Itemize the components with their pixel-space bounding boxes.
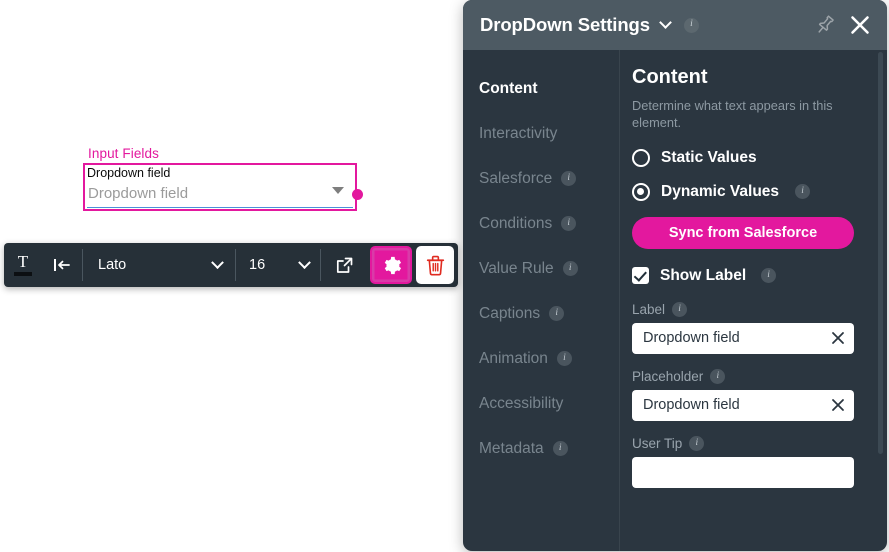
user-tip-field[interactable] xyxy=(632,456,854,488)
close-icon xyxy=(851,16,869,34)
content-heading: Content xyxy=(632,66,708,88)
clear-icon[interactable] xyxy=(831,331,845,345)
panel-title: DropDown Settings xyxy=(480,14,650,35)
label-field-label: Label i xyxy=(632,301,867,317)
radio-dynamic-values[interactable]: Dynamic Values i xyxy=(632,182,867,201)
settings-panel[interactable]: DropDown Settings i Content Interactivit… xyxy=(463,0,887,551)
dropdown-element-placeholder: Dropdown field xyxy=(88,185,189,202)
sidebar-item-label: Animation xyxy=(479,349,548,367)
info-icon[interactable]: i xyxy=(683,17,699,33)
panel-body: Content Interactivity Salesforce i Condi… xyxy=(463,50,887,551)
element-toolbar[interactable]: T Lato 16 xyxy=(4,243,458,287)
field-label-text: User Tip xyxy=(632,435,683,451)
dropdown-element-label: Dropdown field xyxy=(87,166,171,180)
sidebar-item-label: Content xyxy=(479,79,538,97)
radio-label: Dynamic Values xyxy=(661,182,780,200)
element-group-label: Input Fields xyxy=(88,146,159,161)
sidebar-item-metadata[interactable]: Metadata i xyxy=(479,426,619,471)
field-label-text: Placeholder xyxy=(632,368,704,384)
font-size-select[interactable]: 16 xyxy=(236,243,320,287)
sync-from-salesforce-button[interactable]: Sync from Salesforce xyxy=(632,216,854,249)
sidebar-item-conditions[interactable]: Conditions i xyxy=(479,201,619,246)
sidebar-item-label: Captions xyxy=(479,304,541,322)
sidebar-item-animation[interactable]: Animation i xyxy=(479,336,619,381)
radio-label: Static Values xyxy=(661,148,757,166)
align-left-button[interactable] xyxy=(42,243,82,287)
info-icon[interactable]: i xyxy=(710,368,726,384)
align-left-icon xyxy=(54,259,70,271)
dropdown-element-selected[interactable]: Dropdown field Dropdown field xyxy=(83,163,357,211)
sidebar-item-label: Metadata xyxy=(479,439,544,457)
sidebar-item-label: Value Rule xyxy=(479,259,554,277)
label-field[interactable] xyxy=(632,322,854,354)
trash-icon xyxy=(426,255,444,276)
info-icon[interactable]: i xyxy=(561,171,577,186)
sidebar-item-salesforce[interactable]: Salesforce i xyxy=(479,156,619,201)
open-external-button[interactable] xyxy=(321,243,367,287)
chevron-down-icon xyxy=(211,255,224,269)
sidebar-item-content[interactable]: Content xyxy=(479,66,619,111)
placeholder-field-label: Placeholder i xyxy=(632,368,867,384)
radio-icon-selected xyxy=(632,182,650,201)
sidebar-item-accessibility[interactable]: Accessibility xyxy=(479,381,619,426)
sidebar-item-value-rule[interactable]: Value Rule i xyxy=(479,246,619,291)
field-label-text: Label xyxy=(632,301,666,317)
chevron-down-icon[interactable] xyxy=(332,187,344,194)
sidebar-item-captions[interactable]: Captions i xyxy=(479,291,619,336)
font-family-value: Lato xyxy=(98,257,127,273)
scrollbar-track[interactable] xyxy=(878,50,885,551)
sidebar-item-interactivity[interactable]: Interactivity xyxy=(479,111,619,156)
clear-icon[interactable] xyxy=(831,398,845,412)
radio-static-values[interactable]: Static Values xyxy=(632,148,867,167)
info-icon[interactable]: i xyxy=(761,268,777,284)
radio-icon xyxy=(632,148,650,167)
sidebar-item-label: Conditions xyxy=(479,214,553,232)
text-color-button[interactable]: T xyxy=(4,243,42,287)
selection-resize-handle[interactable] xyxy=(352,189,363,200)
field-underline xyxy=(87,206,353,208)
info-icon[interactable]: i xyxy=(672,301,688,317)
gear-icon xyxy=(384,256,401,274)
info-icon[interactable]: i xyxy=(549,306,565,321)
sidebar-item-label: Accessibility xyxy=(479,394,564,412)
info-icon[interactable]: i xyxy=(561,216,577,231)
font-family-select[interactable]: Lato xyxy=(83,243,235,287)
panel-content: Content Determine what text appears in t… xyxy=(620,50,887,551)
close-button[interactable] xyxy=(849,14,871,36)
panel-sidebar[interactable]: Content Interactivity Salesforce i Condi… xyxy=(463,50,620,551)
placeholder-field[interactable] xyxy=(632,389,854,421)
sidebar-item-label: Salesforce xyxy=(479,169,553,187)
user-tip-field-label: User Tip i xyxy=(632,435,867,451)
panel-header: DropDown Settings i xyxy=(463,0,887,50)
checkbox-label: Show Label xyxy=(660,266,747,284)
delete-button[interactable] xyxy=(416,246,454,284)
design-canvas[interactable]: Input Fields Dropdown field Dropdown fie… xyxy=(0,0,463,552)
info-icon[interactable]: i xyxy=(689,435,705,451)
open-external-icon xyxy=(336,257,352,273)
chevron-down-icon xyxy=(298,255,311,269)
settings-button[interactable] xyxy=(370,246,412,284)
info-icon[interactable]: i xyxy=(562,261,578,276)
text-color-icon: T xyxy=(13,253,33,277)
scrollbar-thumb[interactable] xyxy=(878,52,883,454)
user-tip-input[interactable] xyxy=(632,456,854,488)
info-icon[interactable]: i xyxy=(552,441,568,456)
pin-icon xyxy=(818,15,834,33)
chevron-down-icon[interactable] xyxy=(659,16,672,29)
pin-button[interactable] xyxy=(813,13,837,37)
info-icon[interactable]: i xyxy=(556,351,572,366)
sidebar-item-label: Interactivity xyxy=(479,124,558,142)
font-size-value: 16 xyxy=(249,257,266,273)
placeholder-input[interactable] xyxy=(632,389,854,421)
show-label-checkbox-row[interactable]: Show Label i xyxy=(632,267,867,285)
checkbox-icon-checked xyxy=(632,267,649,285)
content-description: Determine what text appears in this elem… xyxy=(632,98,833,130)
info-icon[interactable]: i xyxy=(795,184,811,200)
label-input[interactable] xyxy=(632,322,854,354)
